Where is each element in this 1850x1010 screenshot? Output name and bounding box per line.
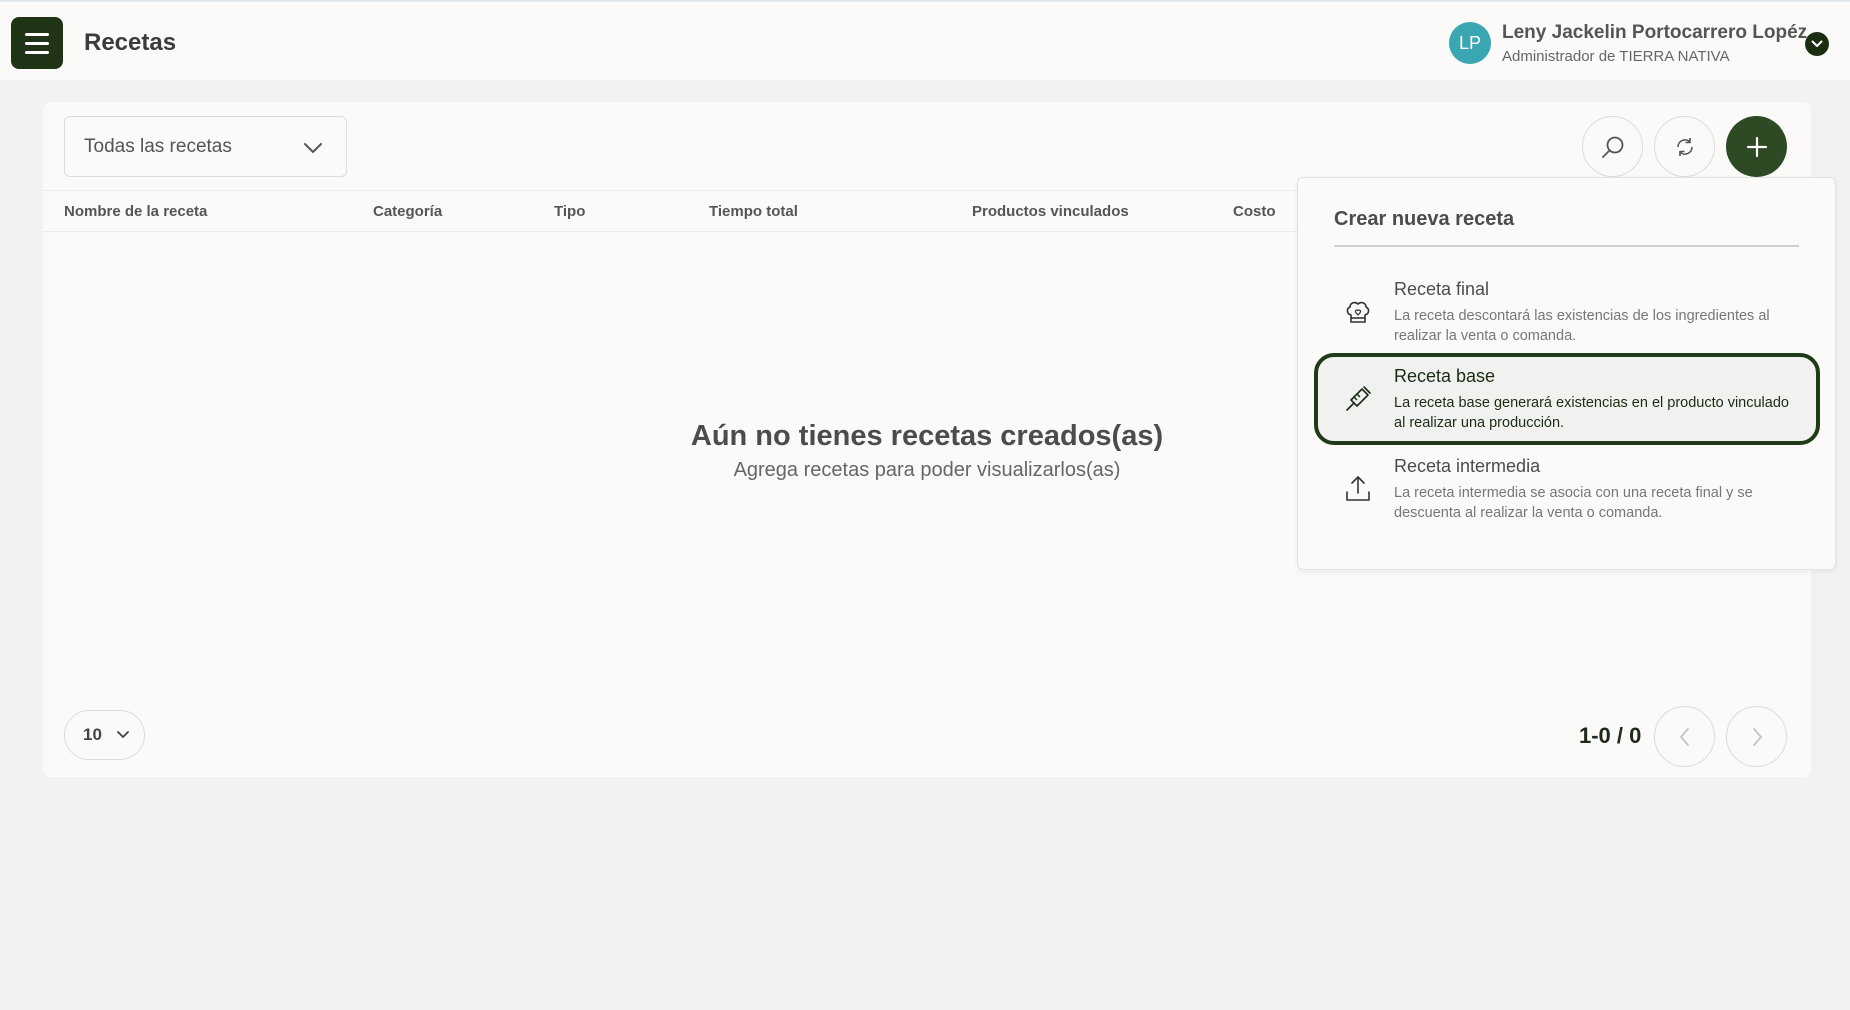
pen-tool-icon xyxy=(1346,386,1371,411)
create-recipe-dropdown: Crear nueva receta Receta final La recet… xyxy=(1297,177,1836,570)
menu-item-title: Receta base xyxy=(1394,366,1496,386)
column-header[interactable]: Productos vinculados xyxy=(972,203,1129,220)
page-size-value: 10 xyxy=(83,725,102,744)
chef-hat-icon xyxy=(1346,301,1370,323)
column-header[interactable]: Nombre de la receta xyxy=(64,203,207,220)
avatar[interactable]: LP xyxy=(1449,22,1491,64)
add-recipe-button[interactable] xyxy=(1726,116,1787,177)
column-header[interactable]: Tipo xyxy=(554,203,585,220)
menu-item-description: La receta descontará las existencias de … xyxy=(1394,308,1770,344)
plus-icon xyxy=(1746,136,1767,157)
chevron-down-icon xyxy=(117,731,129,738)
search-icon xyxy=(1601,136,1623,158)
filter-selected-value: Todas las recetas xyxy=(84,135,232,157)
refresh-icon xyxy=(1676,137,1693,156)
dropdown-title: Crear nueva receta xyxy=(1334,208,1515,230)
next-page-button[interactable] xyxy=(1726,706,1787,767)
menu-item-title: Receta intermedia xyxy=(1394,456,1541,476)
refresh-button[interactable] xyxy=(1654,116,1715,177)
menu-item-receta-base[interactable]: Receta base La receta base generará exis… xyxy=(1314,353,1820,445)
divider xyxy=(1334,245,1799,247)
column-header[interactable]: Costo xyxy=(1233,203,1276,220)
user-menu-toggle[interactable] xyxy=(1805,32,1829,56)
menu-item-receta-intermedia[interactable]: Receta intermedia La receta intermedia s… xyxy=(1314,443,1820,535)
search-button[interactable] xyxy=(1582,116,1643,177)
hamburger-icon xyxy=(25,32,49,36)
chevron-left-icon xyxy=(1679,727,1689,746)
menu-item-description: La receta intermedia se asocia con una r… xyxy=(1394,485,1753,521)
upload-icon xyxy=(1346,476,1370,501)
menu-item-description: La receta base generará existencias en e… xyxy=(1394,395,1789,431)
user-role: Administrador de TIERRA NATIVA xyxy=(1502,48,1730,65)
page-size-select[interactable]: 10 xyxy=(64,710,145,760)
top-bar: Recetas LP Leny Jackelin Portocarrero Lo… xyxy=(0,0,1850,80)
recipe-filter-select[interactable]: Todas las recetas xyxy=(64,116,347,177)
menu-item-title: Receta final xyxy=(1394,279,1490,299)
chevron-right-icon xyxy=(1752,727,1762,746)
column-header[interactable]: Categoría xyxy=(373,203,442,220)
chevron-down-icon xyxy=(1811,40,1823,47)
menu-button[interactable] xyxy=(11,17,63,69)
column-header[interactable]: Tiempo total xyxy=(709,203,798,220)
previous-page-button[interactable] xyxy=(1654,706,1715,767)
menu-item-receta-final[interactable]: Receta final La receta descontará las ex… xyxy=(1314,266,1820,358)
page-title: Recetas xyxy=(84,29,177,56)
pagination-range: 1-0 / 0 xyxy=(1579,723,1642,748)
user-name: Leny Jackelin Portocarrero Lopéz xyxy=(1502,22,1808,43)
chevron-down-icon xyxy=(304,143,322,153)
